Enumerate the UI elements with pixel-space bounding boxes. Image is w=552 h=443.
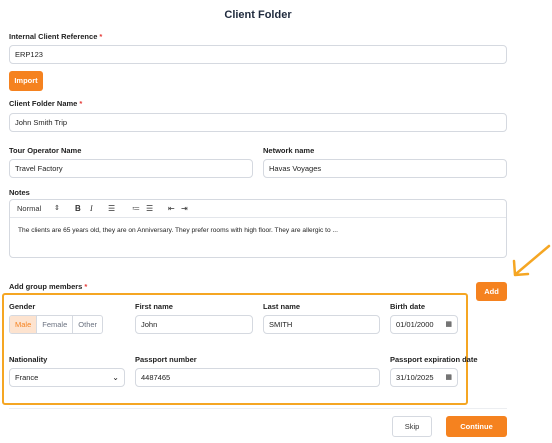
gender-option-other[interactable]: Other [73,316,102,333]
skip-button[interactable]: Skip [392,416,432,437]
chevron-updown-icon: ⇕ [54,205,60,212]
first-name-input[interactable]: John [135,315,253,334]
bold-icon[interactable]: B [75,203,81,214]
first-name-label: First name [135,302,173,311]
nationality-label: Nationality [9,355,48,364]
birth-date-input[interactable]: 01/01/2000 ▦ [390,315,458,334]
indent-icon[interactable]: ⇥ [181,203,188,214]
gender-label: Gender [9,302,36,311]
chevron-down-icon: ⌄ [112,373,119,382]
passport-expiration-value: 31/10/2025 [396,373,434,382]
arrow-annotation-icon [512,244,551,277]
add-member-button[interactable]: Add [476,282,507,301]
folder-name-input[interactable]: John Smith Trip [9,113,507,132]
footer-divider [9,408,507,409]
ordered-list-icon[interactable]: ≔ [132,203,140,214]
style-select[interactable]: Normal [17,203,41,214]
passport-expiration-label: Passport expiration date [390,355,478,364]
import-button[interactable]: Import [9,71,43,91]
outdent-icon[interactable]: ⇤ [168,203,175,214]
nationality-select[interactable]: France ⌄ [9,368,125,387]
bullet-list-icon[interactable]: ☰ [146,203,153,214]
gender-option-female[interactable]: Female [37,316,74,333]
page-title: Client Folder [224,9,292,21]
group-label: Add group members * [9,282,88,291]
calendar-icon[interactable]: ▦ [445,369,452,386]
tour-operator-label: Tour Operator Name [9,146,82,155]
gender-selector: Male Female Other [9,315,104,334]
network-label: Network name [263,146,315,155]
passport-number-input[interactable]: 4487465 [135,368,380,387]
continue-button[interactable]: Continue [446,416,507,437]
last-name-input[interactable]: SMITH [263,315,380,334]
nationality-value: France [15,373,39,382]
reference-label: Internal Client Reference * [9,32,103,41]
last-name-label: Last name [263,302,301,311]
network-input[interactable]: Havas Voyages [263,159,507,178]
gender-option-male[interactable]: Male [10,316,38,333]
passport-number-label: Passport number [135,355,197,364]
notes-toolbar: Normal ⇕ B I ☰ ≔ ☰ ⇤ ⇥ [10,200,506,218]
tour-operator-input[interactable]: Travel Factory [9,159,253,178]
notes-content[interactable]: The clients are 65 years old, they are o… [10,218,506,243]
folder-name-label: Client Folder Name * [9,99,83,108]
birth-date-value: 01/01/2000 [396,320,434,329]
calendar-icon[interactable]: ▦ [445,316,452,333]
passport-expiration-input[interactable]: 31/10/2025 ▦ [390,368,458,387]
reference-input[interactable]: ERP123 [9,45,507,64]
align-icon[interactable]: ☰ [108,203,115,214]
birth-date-label: Birth date [390,302,426,311]
italic-icon[interactable]: I [90,203,93,214]
notes-label: Notes [9,188,30,197]
notes-editor: Normal ⇕ B I ☰ ≔ ☰ ⇤ ⇥ The clients are 6… [9,199,507,258]
